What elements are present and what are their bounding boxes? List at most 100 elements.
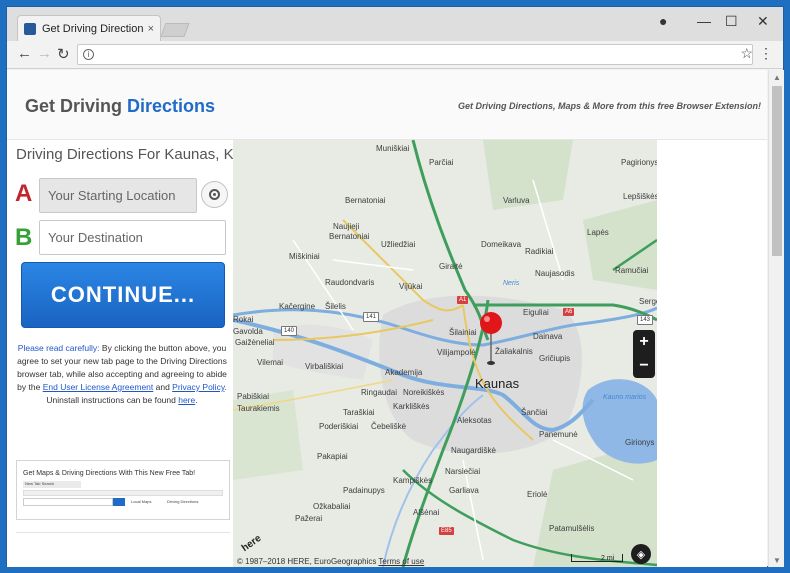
promo-local-maps: Local Maps [131, 499, 152, 504]
info-icon[interactable]: i [83, 49, 94, 60]
promo-search-preview [23, 498, 113, 506]
map-label: Žaliakalnis [495, 347, 533, 356]
destination-marker-letter: B [15, 224, 33, 251]
page-scrollbar[interactable]: ▲ ▼ [768, 70, 784, 567]
map-label: Neris [503, 280, 520, 287]
city-label: Kaunas [475, 376, 520, 391]
terms-of-use-link[interactable]: Terms of use [378, 557, 424, 566]
reload-icon[interactable]: ↻ [57, 45, 70, 63]
map-label: Kačergine [279, 302, 316, 311]
maximize-icon[interactable]: ☐ [725, 13, 738, 30]
map-label: Radikiai [525, 247, 554, 256]
start-marker-letter: A [15, 180, 33, 207]
kebab-menu-icon[interactable]: ⋮ [759, 45, 773, 62]
road-shield: E85 [439, 527, 454, 535]
scroll-down-icon[interactable]: ▼ [773, 556, 781, 565]
promo-search-button-preview [113, 498, 125, 506]
map-label: Šilainiai [449, 328, 477, 337]
destination-input[interactable]: Your Destination [39, 220, 226, 255]
map-label: Girionys [625, 438, 655, 447]
map-label: Užliedžiai [381, 240, 416, 249]
map-label: Pagirionys [621, 158, 657, 167]
promo-banner[interactable]: Get Maps & Driving Directions With This … [16, 460, 230, 520]
map-label: Giraitė [439, 262, 463, 271]
tab-title: Get Driving Directions W [42, 22, 144, 35]
map-label: Pabiškiai [237, 392, 270, 401]
start-location-input[interactable]: Your Starting Location [39, 178, 197, 213]
map-label: Naujieji [333, 222, 360, 231]
eula-link[interactable]: End User License Agreement [43, 382, 154, 392]
disclaimer-end: . [195, 395, 198, 405]
copyright-text: © 1987–2018 HERE, EuroGeographics [237, 557, 377, 566]
privacy-policy-link[interactable]: Privacy Policy [172, 382, 224, 392]
map-label: Ringaudai [361, 388, 398, 397]
promo-text: Get Maps & Driving Directions With This … [23, 470, 196, 477]
map-label: Ožkabaliai [313, 502, 351, 511]
disclaimer-lead: Please read carefully: [17, 343, 100, 353]
map-label: Naujasodis [535, 269, 575, 278]
scroll-up-icon[interactable]: ▲ [773, 73, 781, 82]
map-label: Domeikava [481, 240, 522, 249]
bookmark-star-icon[interactable]: ☆ [740, 45, 753, 62]
page-content: Get Driving Directions Get Driving Direc… [7, 70, 767, 567]
map-label: Rokai [233, 315, 254, 324]
zoom-out-button[interactable]: − [633, 354, 655, 378]
panel-divider [16, 532, 230, 533]
uninstall-here-link[interactable]: here [178, 395, 195, 405]
map-layers-icon[interactable]: ◈ [631, 544, 651, 564]
address-bar[interactable] [77, 44, 753, 65]
map-label: Karkliškės [393, 402, 430, 411]
back-arrow-icon[interactable]: ← [17, 45, 32, 62]
map-label: Dainava [533, 332, 563, 341]
map-label: Vilijampolė [437, 348, 476, 357]
minimize-icon[interactable]: — [697, 13, 711, 29]
map-label: Eriolė [527, 490, 548, 499]
map-label: Šilelis [325, 302, 346, 311]
map-label: Alšėnai [413, 508, 440, 517]
map-label: Serge [639, 297, 657, 306]
map-label: Raudondvaris [325, 278, 375, 287]
map-label: Garliava [449, 486, 479, 495]
map-label: Patamulšėlis [549, 524, 595, 533]
profile-icon[interactable]: ● [659, 13, 667, 29]
map-label: Lapės [587, 228, 609, 237]
map-label: Pakapiai [317, 452, 348, 461]
locate-me-icon[interactable] [201, 181, 228, 208]
map-label: Parčiai [429, 158, 454, 167]
favicon-icon [24, 22, 36, 35]
map-label: Pažerai [295, 514, 323, 523]
map-label: Vijūkai [399, 282, 423, 291]
new-tab-button[interactable] [160, 23, 190, 37]
brand-accent-text: Directions [127, 96, 216, 116]
promo-driving-directions: Driving Directions [167, 499, 199, 504]
directions-panel: Driving Directions For Kaunas, KU A Your… [7, 140, 244, 567]
road-shield: A6 [563, 308, 575, 316]
map-view[interactable]: Muniškiai Parčiai Pagirionys Bernatoniai… [233, 140, 657, 567]
map-label: Eiguliai [523, 308, 549, 317]
map-label: Vilemai [257, 358, 284, 367]
site-tagline: Get Driving Directions, Maps & More from… [457, 101, 761, 111]
map-label: Poderiškiai [319, 422, 359, 431]
map-label: Akademija [385, 368, 423, 377]
forward-arrow-icon[interactable]: → [37, 45, 52, 62]
browser-toolbar: ← → ↻ i ☆ ⋮ [7, 41, 783, 69]
promo-tab-preview: New Tab Search [23, 481, 81, 488]
scroll-thumb[interactable] [772, 86, 782, 256]
map-label: Narsiečiai [445, 467, 481, 476]
close-tab-icon[interactable]: × [148, 23, 154, 35]
map-label: Ramučiai [615, 266, 649, 275]
road-shield: 141 [363, 312, 380, 322]
site-header: Get Driving Directions Get Driving Direc… [7, 70, 767, 140]
close-window-icon[interactable]: ✕ [757, 13, 769, 30]
zoom-control: + − [633, 330, 655, 378]
site-brand[interactable]: Get Driving Directions [25, 96, 215, 117]
panel-title: Driving Directions For Kaunas, KU [16, 146, 245, 163]
map-label: Muniškiai [376, 144, 410, 153]
road-shield: 143 [637, 315, 654, 325]
continue-button[interactable]: CONTINUE... [21, 262, 225, 328]
zoom-in-button[interactable]: + [633, 330, 655, 354]
map-label: Lepšiškės [623, 192, 657, 201]
map-label: Čebeliškė [371, 422, 407, 431]
browser-tab[interactable]: Get Driving Directions W × [17, 15, 161, 41]
map-label: Kampiškės [393, 476, 433, 485]
